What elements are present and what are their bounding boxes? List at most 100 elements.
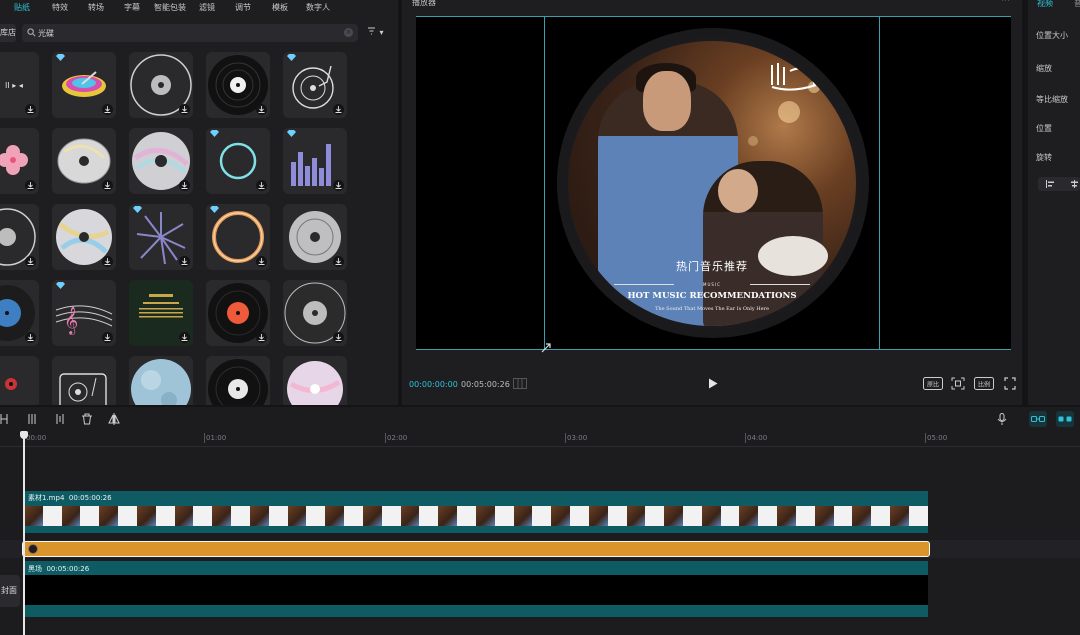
background-clip[interactable]: 黑场 00:05:00:26 [24,561,928,617]
resize-handle-icon[interactable] [540,342,552,354]
split-left-icon[interactable] [26,413,38,425]
sticker-tile[interactable] [283,280,347,346]
download-icon[interactable] [179,256,190,267]
download-icon[interactable] [102,104,113,115]
sticker-tile[interactable] [129,204,193,270]
video-clip-duration: 00:05:00:26 [68,494,112,502]
close-icon[interactable]: × [344,28,353,37]
tab-effects[interactable]: 特效 [52,2,68,13]
sticker-tile[interactable] [129,128,193,194]
preview-canvas[interactable]: 热门音乐推荐 MUSIC HOT MUSIC RECOMMENDATIONS T… [416,16,1011,353]
sticker-tile[interactable] [0,356,39,405]
tab-smart-pack[interactable]: 智能包装 [154,2,186,13]
link-toggle[interactable] [1029,411,1047,427]
align-buttons[interactable] [1038,177,1080,191]
timecode-total: 00:05:00:26 [461,380,510,389]
inspector-tab-audio[interactable]: 音 [1074,0,1080,9]
sticker-tile[interactable] [0,204,39,270]
mirror-icon[interactable] [108,413,120,425]
sticker-tile[interactable] [129,356,193,405]
download-icon[interactable] [25,104,36,115]
player-panel: 播放器 ··· 热门音乐推荐 MUSIC HOT MUSIC RECOMMEND… [402,0,1022,405]
download-icon[interactable] [256,332,267,343]
film-frame [325,506,345,526]
sticker-clip[interactable] [22,541,930,557]
download-icon[interactable] [179,104,190,115]
tab-stickers[interactable]: 贴纸 [14,2,30,13]
film-frame [419,506,439,526]
download-icon[interactable] [25,332,36,343]
download-icon[interactable] [256,180,267,191]
tab-adjust[interactable]: 调节 [235,2,251,13]
time-ruler[interactable]: 00:00 01:00 02:00 03:00 04:00 05:00 [0,433,1080,447]
video-clip[interactable]: 素材1.mp4 00:05:00:26 [24,491,928,533]
sticker-tile[interactable] [283,204,347,270]
ruler-label: 05:00 [927,434,948,442]
sticker-tile[interactable] [283,356,347,405]
film-frame [551,506,571,526]
cover-button[interactable]: 封面 [0,575,20,607]
screenshot-icon[interactable] [951,377,965,390]
align-center-icon[interactable] [1070,180,1079,188]
sticker-tile[interactable] [129,280,193,346]
film-frame [212,506,232,526]
sticker-tile[interactable] [283,128,347,194]
download-icon[interactable] [333,256,344,267]
tab-digital-human[interactable]: 数字人 [306,2,330,13]
sticker-tile[interactable] [206,52,270,118]
disc-sticker[interactable]: 热门音乐推荐 MUSIC HOT MUSIC RECOMMENDATIONS T… [557,28,869,338]
more-icon[interactable]: ··· [1001,0,1010,6]
microphone-icon[interactable] [997,413,1007,426]
sticker-tile[interactable] [206,128,270,194]
ruler-label: 01:00 [206,434,227,442]
download-icon[interactable] [333,332,344,343]
tab-text[interactable]: 字幕 [124,2,140,13]
music-logo-icon [771,63,817,91]
snap-toggle[interactable] [1056,411,1074,427]
compare-icon[interactable]: 比例 [974,377,994,390]
sticker-tile[interactable] [52,356,116,405]
sticker-tile[interactable] [52,52,116,118]
align-left-icon[interactable] [1046,180,1055,188]
film-frame [682,506,702,526]
download-icon[interactable] [333,104,344,115]
sticker-tile[interactable] [52,128,116,194]
grid-icon[interactable] [513,378,527,389]
download-icon[interactable] [179,332,190,343]
library-chip[interactable]: 库店 [0,24,16,42]
sticker-tile[interactable] [52,204,116,270]
sticker-tile[interactable] [0,280,39,346]
play-icon[interactable] [708,378,718,389]
split-right-icon[interactable] [54,413,66,425]
tab-templates[interactable]: 模板 [272,2,288,13]
download-icon[interactable] [333,180,344,191]
fullscreen-icon[interactable] [1004,377,1016,390]
split-icon[interactable] [0,413,10,425]
download-icon[interactable] [102,180,113,191]
playhead[interactable] [23,433,25,635]
download-icon[interactable] [102,256,113,267]
sticker-tile[interactable] [206,280,270,346]
inspector-panel: 视频 音 位置大小 缩放 等比缩放 位置 旋转 [1028,0,1080,405]
inspector-tab-video[interactable]: 视频 [1037,0,1053,9]
sticker-tile[interactable]: 𝄞 [52,280,116,346]
sticker-tile[interactable] [206,204,270,270]
sticker-tile[interactable]: II ▸ ◂ [0,52,39,118]
sticker-tile[interactable] [0,128,39,194]
delete-icon[interactable] [81,413,93,425]
download-icon[interactable] [179,180,190,191]
sticker-tile[interactable] [206,356,270,405]
sticker-tile[interactable] [129,52,193,118]
download-icon[interactable] [25,256,36,267]
tab-filters[interactable]: 滤镜 [199,2,215,13]
sticker-tile[interactable] [283,52,347,118]
film-frame [814,506,834,526]
ratio-icon[interactable]: 原比 [923,377,943,390]
download-icon[interactable] [102,332,113,343]
search-input[interactable]: 光碟 × [22,24,358,42]
download-icon[interactable] [256,256,267,267]
tab-transitions[interactable]: 转场 [88,2,104,13]
download-icon[interactable] [25,180,36,191]
download-icon[interactable] [256,104,267,115]
filter-button[interactable]: ▾ [368,27,384,37]
